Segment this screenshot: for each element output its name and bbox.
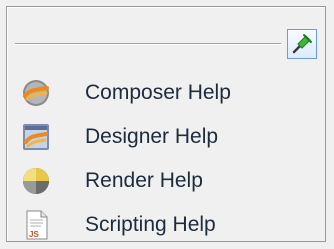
- menu-item-label: Render Help: [85, 169, 203, 192]
- pin-icon: [292, 34, 312, 54]
- designer-icon: [19, 120, 53, 154]
- menu-item-label: Designer Help: [85, 125, 219, 148]
- render-icon: [19, 164, 53, 198]
- scripting-icon-text: JS: [29, 230, 39, 239]
- separator-line: [15, 43, 281, 45]
- scripting-icon: JS: [19, 208, 53, 242]
- menu-item-composer-help[interactable]: Composer Help: [19, 71, 313, 115]
- menu-item-designer-help[interactable]: Designer Help: [19, 115, 313, 159]
- menu-item-scripting-help[interactable]: JS Scripting Help: [19, 203, 313, 247]
- menu-header: [15, 25, 317, 65]
- help-menu-list: Composer Help Designer Help Render Help …: [19, 71, 313, 247]
- composer-icon: [19, 76, 53, 110]
- help-menu-panel: Composer Help Designer Help Render Help …: [6, 6, 326, 242]
- menu-item-render-help[interactable]: Render Help: [19, 159, 313, 203]
- menu-item-label: Scripting Help: [85, 213, 216, 236]
- menu-item-label: Composer Help: [85, 81, 231, 104]
- pin-button[interactable]: [287, 29, 317, 59]
